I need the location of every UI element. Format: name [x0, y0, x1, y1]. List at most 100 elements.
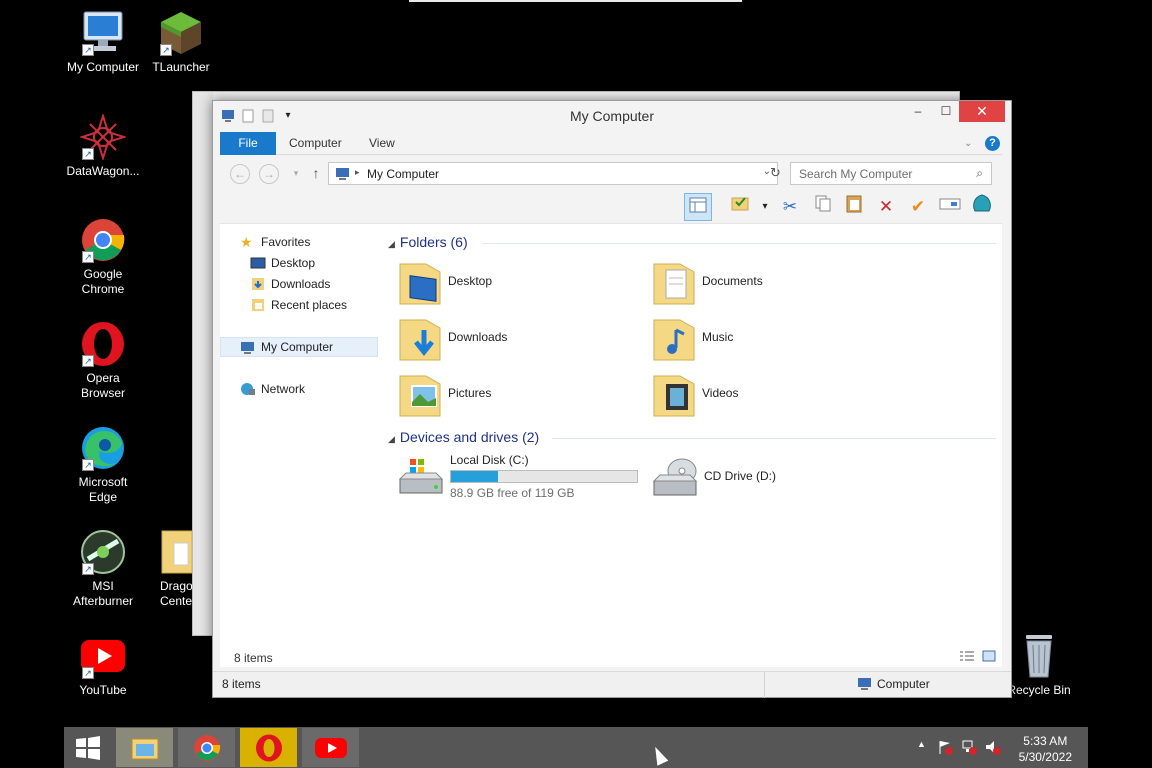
minimize-button[interactable]: –	[903, 101, 933, 122]
taskbar-chrome[interactable]	[178, 728, 235, 767]
maximize-button[interactable]: ☐	[931, 101, 961, 122]
folder-documents[interactable]: Documents	[652, 258, 902, 310]
nav-label: Favorites	[261, 235, 311, 249]
desktop-folder-icon	[398, 258, 442, 306]
computer-small-icon	[857, 677, 873, 694]
copy-icon[interactable]	[809, 193, 837, 221]
desktop-icon-youtube[interactable]: ↗ YouTube	[63, 633, 143, 698]
tab-file[interactable]: File	[220, 132, 276, 155]
nav-favorites[interactable]: ★ Favorites	[220, 232, 378, 252]
cd-drive-icon	[652, 457, 698, 505]
collapse-triangle-icon: ◢	[388, 239, 395, 249]
start-button[interactable]	[66, 728, 110, 767]
nav-label: Recent places	[271, 298, 348, 312]
youtube-icon: ↗	[80, 633, 126, 679]
section-title: Devices and drives (2)	[399, 429, 540, 445]
desktop-icon-tlauncher[interactable]: ↗ TLauncher	[141, 10, 221, 75]
drive-free-space: 88.9 GB free of 119 GB	[450, 486, 575, 500]
nav-my-computer[interactable]: My Computer	[220, 337, 378, 357]
drive-local-disk-c[interactable]: Local Disk (C:) 88.9 GB free of 119 GB	[398, 453, 648, 505]
desktop-icon-microsoft-edge[interactable]: ↗ Microsoft Edge	[63, 425, 143, 505]
refresh-icon[interactable]: ↻	[770, 165, 786, 183]
downloads-small-icon	[250, 277, 266, 291]
shell-icon[interactable]	[968, 193, 996, 221]
computer-small-icon	[240, 341, 256, 355]
window-title: My Computer	[569, 108, 655, 124]
tab-computer[interactable]: Computer	[289, 132, 342, 155]
search-input[interactable]: Search My Computer ⌕	[790, 162, 992, 185]
nav-desktop[interactable]: Desktop	[220, 253, 378, 273]
properties-folder-icon[interactable]	[726, 193, 754, 221]
breadcrumb-chevron-icon[interactable]: ▸	[355, 167, 360, 178]
taskbar-youtube[interactable]	[302, 728, 359, 767]
status-divider	[764, 672, 765, 698]
title-bar[interactable]: ▾ My Computer – ☐ ✕	[213, 101, 1011, 131]
recent-locations-icon[interactable]: ▾	[286, 164, 306, 184]
address-row: ← → ▾ ↑ ▸ My Computer ⌄ ↻ Search My Comp…	[220, 159, 1002, 189]
folder-desktop[interactable]: Desktop	[398, 258, 648, 310]
folder-music[interactable]: Music	[652, 314, 902, 366]
folders-header[interactable]: ◢ Folders (6)	[388, 234, 468, 250]
desktop-icon-msi-afterburner[interactable]: ↗ MSI Afterburner	[63, 529, 143, 609]
expand-ribbon-icon[interactable]: ⌄	[964, 132, 972, 155]
datawagon-icon: ↗	[78, 112, 128, 162]
clock[interactable]: 5:33 AM 5/30/2022	[1019, 733, 1072, 765]
address-bar[interactable]: ▸ My Computer ⌄	[328, 162, 778, 185]
folder-downloads[interactable]: Downloads	[398, 314, 648, 366]
recycle-bin-icon	[1016, 633, 1062, 679]
action-center-flag-icon[interactable]	[937, 739, 953, 758]
nav-label: My Computer	[261, 340, 334, 354]
cut-icon[interactable]: ✂	[776, 193, 804, 221]
folder-name: Pictures	[448, 386, 492, 400]
nav-downloads[interactable]: Downloads	[220, 274, 378, 294]
nav-network[interactable]: Network	[220, 379, 378, 399]
forward-button[interactable]: →	[259, 164, 279, 184]
folder-name: Downloads	[448, 330, 508, 344]
recent-places-icon	[250, 298, 266, 312]
drive-usage-fill	[451, 471, 499, 482]
edge-icon: ↗	[80, 425, 126, 471]
collapse-triangle-icon: ◢	[388, 434, 395, 444]
search-placeholder: Search My Computer	[799, 167, 913, 181]
desktop-icon-opera[interactable]: ↗ Opera Browser	[63, 321, 143, 401]
chrome-icon: ↗	[80, 217, 126, 263]
videos-folder-icon	[652, 370, 696, 418]
volume-muted-icon[interactable]	[985, 739, 1001, 758]
nav-recent-places[interactable]: Recent places	[220, 295, 378, 315]
background-window-edge	[409, 0, 742, 2]
clock-date: 5/30/2022	[1018, 750, 1072, 764]
paste-icon[interactable]	[840, 193, 868, 221]
documents-folder-icon	[652, 258, 696, 306]
taskbar-opera[interactable]	[240, 728, 297, 767]
preview-pane-icon[interactable]	[684, 193, 712, 221]
desktop-icon-datawagon[interactable]: ↗ DataWagon...	[63, 112, 143, 179]
desktop-icon-google-chrome[interactable]: ↗ Google Chrome	[63, 217, 143, 297]
section-title: Folders (6)	[399, 234, 468, 250]
details-view-icon[interactable]	[960, 650, 974, 665]
tab-view[interactable]: View	[369, 132, 395, 155]
help-icon[interactable]: ?	[985, 136, 1000, 151]
delete-icon[interactable]: ✕	[872, 193, 900, 221]
folder-pictures[interactable]: Pictures	[398, 370, 648, 422]
show-hidden-icons-icon[interactable]: ▲	[917, 739, 926, 749]
drive-usage-bar	[450, 470, 638, 483]
folder-videos[interactable]: Videos	[652, 370, 902, 422]
opera-icon	[255, 734, 282, 761]
chrome-icon	[193, 734, 220, 761]
drive-name: Local Disk (C:)	[450, 453, 529, 467]
folder-name: Music	[702, 330, 734, 344]
devices-header[interactable]: ◢ Devices and drives (2)	[388, 429, 539, 445]
taskbar: ▲ 5:33 AM 5/30/2022	[64, 727, 1088, 768]
drive-cd-d[interactable]: CD Drive (D:)	[652, 453, 902, 505]
close-button[interactable]: ✕	[959, 101, 1005, 122]
check-icon[interactable]: ✔	[904, 193, 932, 221]
large-icons-view-icon[interactable]	[982, 650, 996, 665]
network-tray-icon[interactable]	[961, 739, 977, 758]
dropdown-arrow-icon[interactable]: ▾	[751, 193, 779, 221]
music-folder-icon	[652, 314, 696, 362]
back-button[interactable]: ←	[230, 164, 250, 184]
up-button[interactable]: ↑	[306, 164, 326, 184]
desktop-icon-my-computer[interactable]: ↗ My Computer	[63, 10, 143, 75]
taskbar-file-explorer[interactable]	[116, 728, 173, 767]
rename-icon[interactable]	[936, 193, 964, 221]
